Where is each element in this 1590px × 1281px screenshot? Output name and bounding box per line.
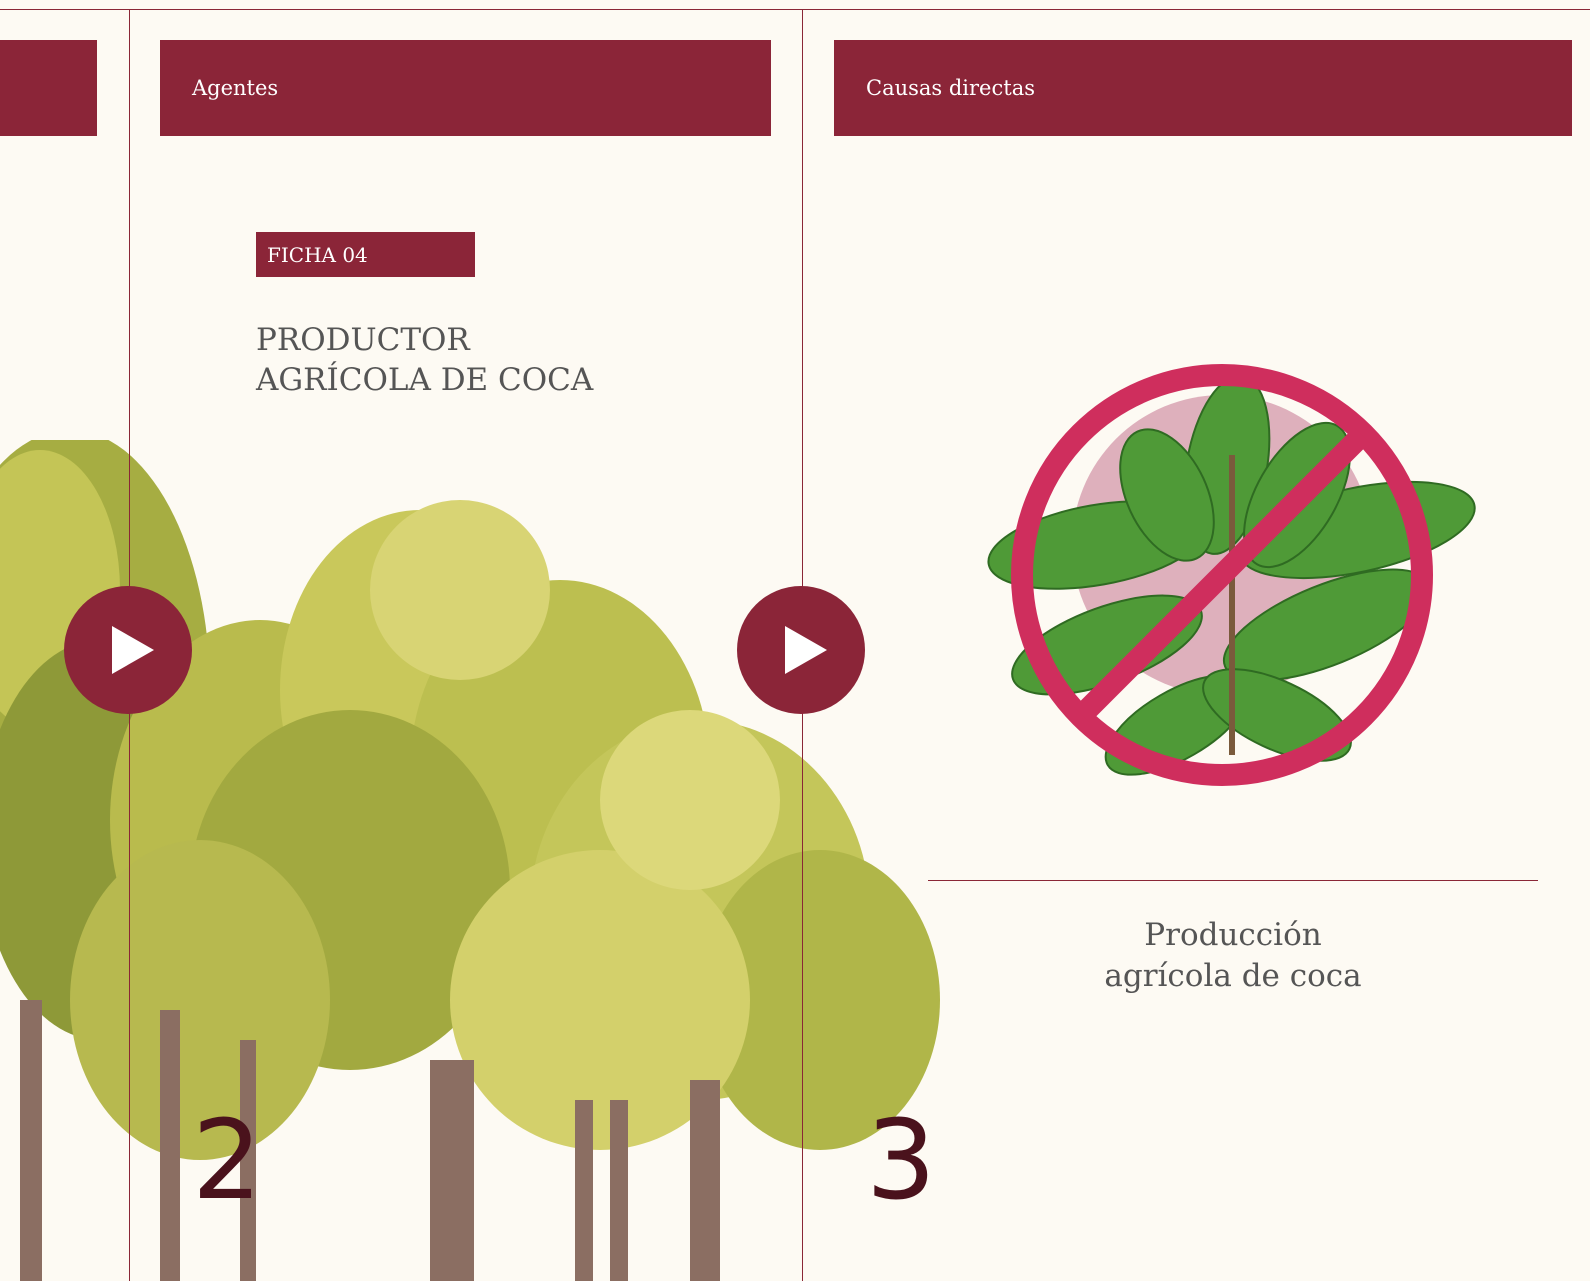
top-rule (0, 9, 1590, 10)
ficha-badge: FICHA 04 (256, 232, 475, 277)
play-button-right[interactable] (737, 586, 865, 714)
play-icon (785, 626, 827, 674)
page-number-2: 2 (192, 1096, 262, 1224)
page-number-3: 3 (866, 1096, 936, 1224)
ficha-label: FICHA 04 (267, 242, 368, 267)
cause-caption: Producción agrícola de coca (928, 915, 1538, 997)
header-causas-label: Causas directas (866, 76, 1035, 100)
play-button-left[interactable] (64, 586, 192, 714)
header-bar-causas: Causas directas (834, 40, 1572, 136)
agent-title-line2: AGRÍCOLA DE COCA (256, 362, 594, 398)
header-agentes-label: Agentes (192, 76, 279, 100)
caption-divider (928, 880, 1538, 881)
tree-canopy (0, 440, 940, 1160)
header-bar-previous (0, 40, 97, 136)
cause-caption-line1: Producción (1144, 917, 1322, 953)
brochure-spread: Agentes Causas directas FICHA 04 PRODUCT… (0, 0, 1590, 1281)
agent-title-line1: PRODUCTOR (256, 322, 470, 358)
header-bar-agentes: Agentes (160, 40, 771, 136)
trees-illustration (0, 440, 940, 1281)
play-icon (112, 626, 154, 674)
agent-title: PRODUCTOR AGRÍCOLA DE COCA (256, 320, 686, 400)
no-coca-icon (987, 364, 1476, 786)
cause-caption-line2: agrícola de coca (1104, 958, 1362, 994)
